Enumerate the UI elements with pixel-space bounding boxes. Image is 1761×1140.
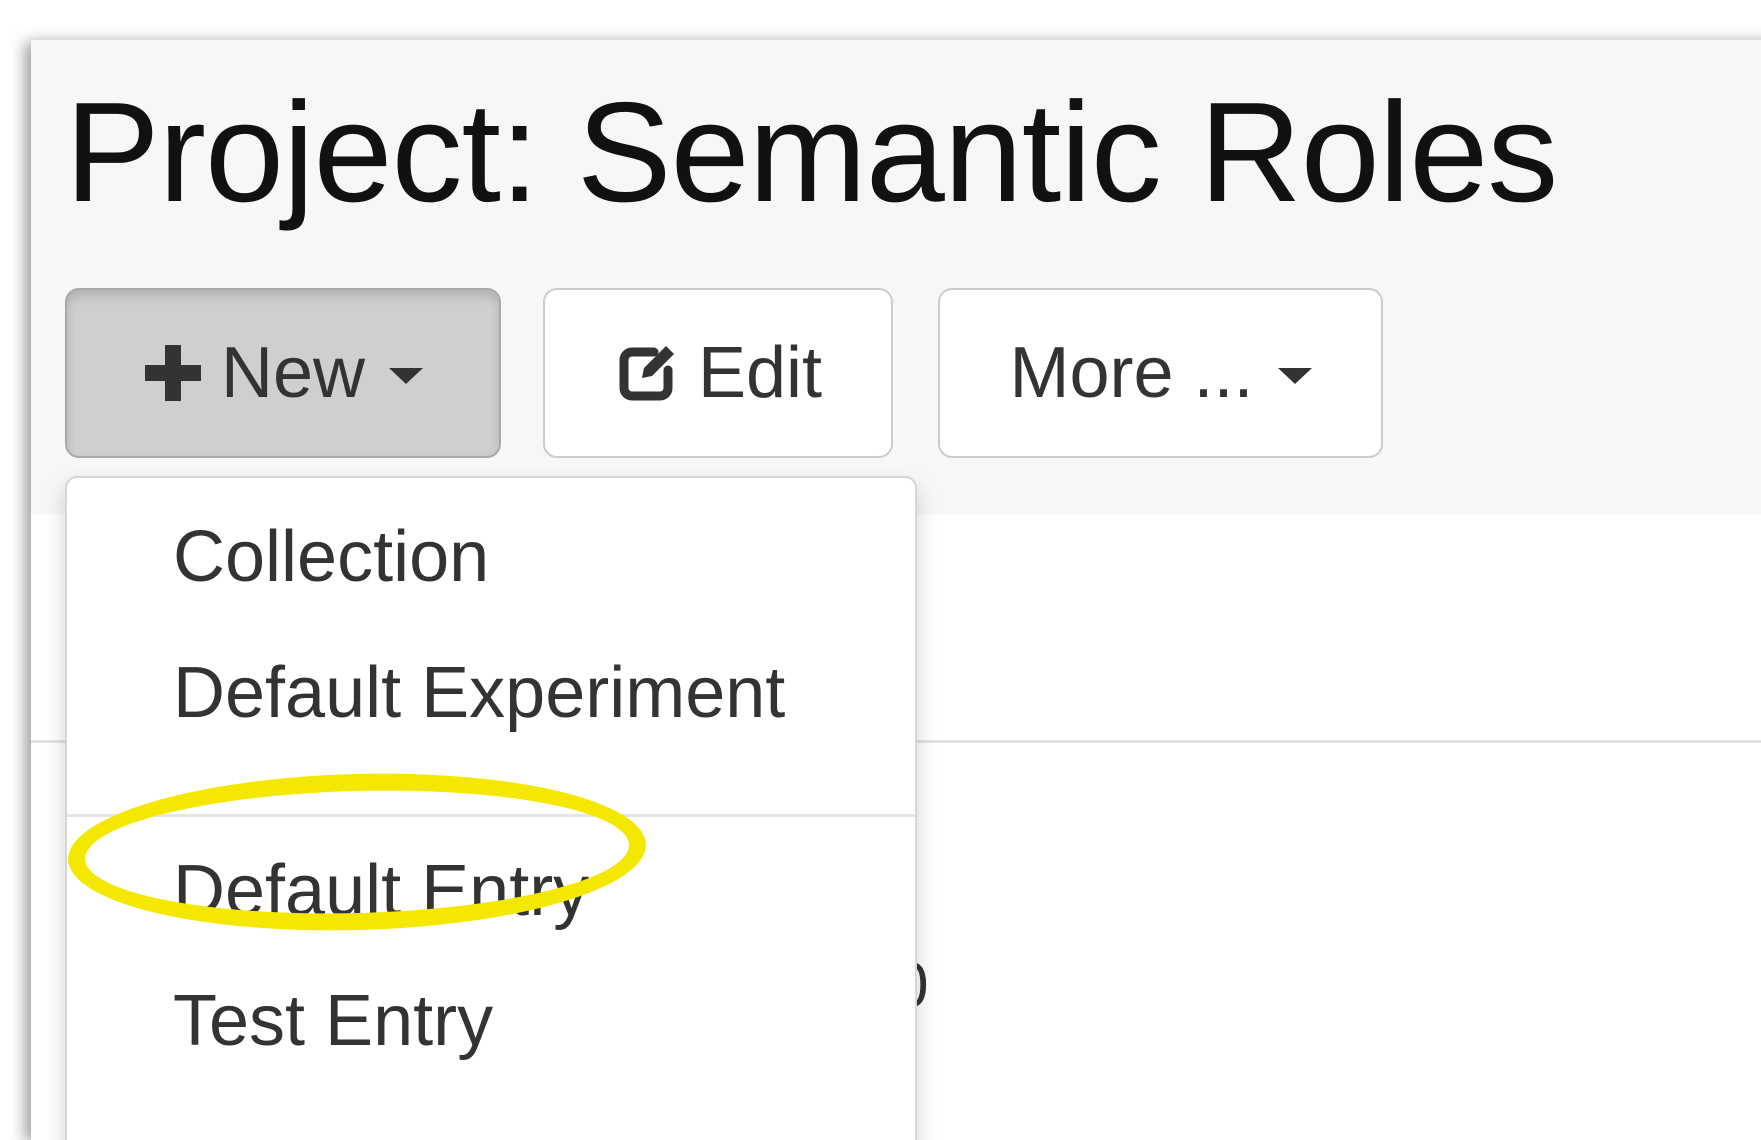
plus-icon	[143, 343, 203, 403]
menu-item-label: Default Entry	[173, 851, 590, 931]
menu-item-label: Test Entry	[173, 981, 494, 1061]
menu-item-test-entry[interactable]: Test Entry	[67, 954, 915, 1088]
menu-item-default-entry[interactable]: Default Entry	[67, 824, 915, 958]
menu-item-label: Default Experiment	[173, 653, 786, 733]
edit-button-label: Edit	[697, 333, 823, 413]
menu-item-label: Collection	[173, 517, 490, 597]
project-window: Project: Semantic Roles New Edit More ..…	[31, 40, 1761, 1140]
new-button-label: New	[220, 333, 366, 413]
menu-item-collection[interactable]: Collection	[67, 490, 915, 624]
edit-icon	[614, 340, 680, 406]
menu-divider	[67, 814, 915, 817]
new-dropdown-menu: Collection Default Experiment Default En…	[65, 476, 917, 1140]
page-title: Project: Semantic Roles	[65, 73, 1558, 232]
more-dropdown-button[interactable]: More ...	[938, 288, 1383, 458]
menu-item-default-experiment[interactable]: Default Experiment	[67, 626, 915, 760]
chevron-down-icon	[389, 368, 424, 384]
new-dropdown-button[interactable]: New	[65, 288, 501, 458]
chevron-down-icon	[1277, 368, 1312, 384]
more-button-label: More ...	[1009, 333, 1254, 413]
edit-button[interactable]: Edit	[543, 288, 893, 458]
